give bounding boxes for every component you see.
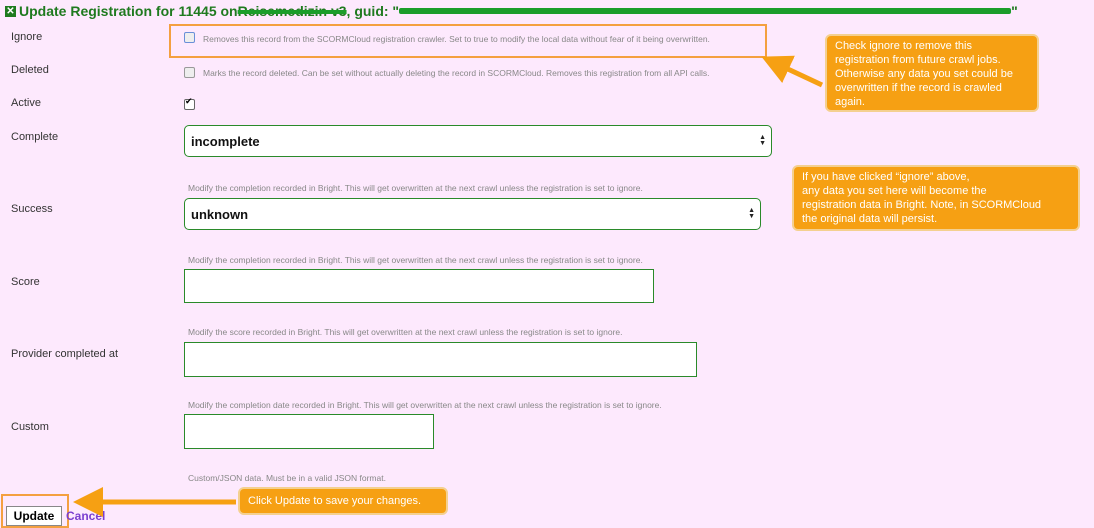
annotation-arrows [73,55,824,517]
arrow-to-ignore [761,55,824,88]
